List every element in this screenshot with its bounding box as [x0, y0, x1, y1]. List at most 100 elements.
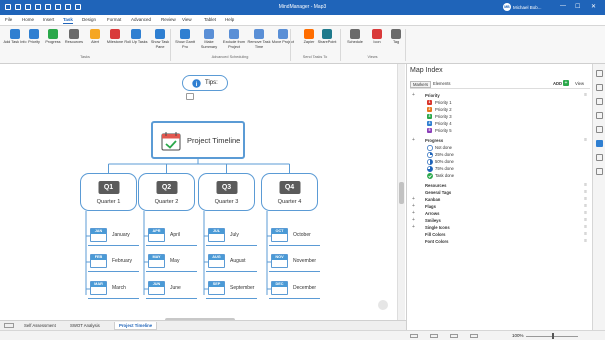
priority-item[interactable]: 1 Priority 1: [410, 99, 590, 106]
expand-icon[interactable]: +: [412, 92, 417, 99]
month-card-dec[interactable]: DEC: [271, 281, 288, 295]
priority-item[interactable]: 4 Priority 4: [410, 120, 590, 127]
menu-home[interactable]: Home: [22, 17, 34, 22]
priority-item[interactable]: 5 Priority 5: [410, 127, 590, 134]
menu-help[interactable]: Help: [225, 17, 234, 22]
doc-tab-3[interactable]: Project Timeline: [114, 322, 158, 330]
close-button[interactable]: ✕: [591, 3, 596, 10]
quarter-topic-1[interactable]: Q1 Quarter 1: [80, 173, 137, 211]
task-pane-button[interactable]: Show Task Pane: [148, 29, 172, 49]
view-dropdown[interactable]: View: [573, 81, 586, 86]
category-action-icon[interactable]: ≡: [584, 92, 587, 99]
expand-icon[interactable]: +: [412, 210, 417, 217]
month-card-nov[interactable]: NOV: [271, 254, 288, 268]
menu-view[interactable]: View: [182, 17, 192, 22]
category-action-icon[interactable]: ≡: [584, 137, 587, 144]
month-card-apr[interactable]: APR: [148, 228, 165, 242]
expand-icon[interactable]: +: [412, 137, 417, 144]
doc-tab-1[interactable]: Self Assessment: [20, 322, 60, 330]
remove-time-button[interactable]: Remove Task Time: [247, 29, 271, 49]
add-icon[interactable]: +: [563, 80, 569, 86]
progress-item[interactable]: 75% done: [410, 165, 590, 172]
progress-item[interactable]: Task done: [410, 172, 590, 179]
maximize-button[interactable]: ☐: [575, 3, 580, 10]
user-account[interactable]: MB Michael Bob...: [503, 3, 542, 11]
doc-tab-2[interactable]: SWOT Analysis: [66, 322, 104, 330]
menu-insert[interactable]: Insert: [43, 17, 54, 22]
category-action-icon[interactable]: ≡: [584, 231, 587, 238]
menu-tablet[interactable]: Tablet: [204, 17, 216, 22]
vertical-scrollbar[interactable]: [397, 64, 405, 320]
note-icon[interactable]: [186, 93, 194, 100]
schedule-button[interactable]: Schedule: [343, 29, 367, 45]
month-card-feb[interactable]: FEB: [90, 254, 107, 268]
index-category[interactable]: + Smileys ≡: [410, 217, 590, 224]
library-icon[interactable]: [596, 84, 603, 91]
category-action-icon[interactable]: ≡: [584, 182, 587, 189]
category-action-icon[interactable]: ≡: [584, 224, 587, 231]
index-category[interactable]: + Progress ≡: [410, 137, 590, 144]
expand-icon[interactable]: +: [412, 203, 417, 210]
tab-nav-icon[interactable]: [4, 323, 14, 328]
expand-icon[interactable]: +: [412, 196, 417, 203]
category-action-icon[interactable]: ≡: [584, 217, 587, 224]
search-icon[interactable]: [596, 168, 603, 175]
menu-task[interactable]: Task: [63, 17, 73, 24]
attachments-icon[interactable]: [596, 126, 603, 133]
month-card-mar[interactable]: MAR: [90, 281, 107, 295]
summary-button[interactable]: Make Summary: [197, 29, 221, 49]
progress-item[interactable]: Not done: [410, 144, 590, 151]
expand-icon[interactable]: +: [412, 217, 417, 224]
sharepoint-button[interactable]: SharePoint: [315, 29, 339, 45]
month-card-jul[interactable]: JUL: [208, 228, 225, 242]
location-pin-icon[interactable]: [378, 300, 388, 310]
layout-icon[interactable]: [430, 334, 438, 338]
index-category[interactable]: Fill Colors ≡: [410, 231, 590, 238]
markers-icon[interactable]: [596, 140, 603, 147]
month-card-aug[interactable]: AUG: [208, 254, 225, 268]
tab-elements[interactable]: Elements: [431, 81, 452, 86]
expand-icon[interactable]: +: [412, 224, 417, 231]
task-info-icon[interactable]: [596, 98, 603, 105]
category-action-icon[interactable]: ≡: [584, 210, 587, 217]
roll-up-button[interactable]: Roll Up Tasks: [124, 29, 148, 45]
gantt-button[interactable]: Show Gantt Pro: [173, 29, 197, 49]
move-project-button[interactable]: Move Project: [271, 29, 295, 45]
progress-item[interactable]: 25% done: [410, 151, 590, 158]
filter-icon[interactable]: [410, 334, 418, 338]
tips-topic[interactable]: i Tips:: [182, 75, 228, 91]
zoom-slider-thumb[interactable]: [552, 333, 554, 339]
index-category[interactable]: Font Colors ≡: [410, 238, 590, 245]
map-index-icon[interactable]: [596, 70, 603, 77]
map-canvas[interactable]: i Tips: Project Timeline Q1 Quarter 1 JAN J…: [0, 64, 406, 320]
category-action-icon[interactable]: ≡: [584, 189, 587, 196]
month-card-jan[interactable]: JAN: [90, 228, 107, 242]
quarter-topic-4[interactable]: Q4 Quarter 4: [261, 173, 318, 211]
quarter-topic-2[interactable]: Q2 Quarter 2: [138, 173, 195, 211]
category-action-icon[interactable]: ≡: [584, 238, 587, 245]
central-topic[interactable]: Project Timeline: [151, 121, 245, 159]
fit-map-icon[interactable]: [470, 334, 478, 338]
menu-advanced[interactable]: Advanced: [131, 17, 151, 22]
index-category[interactable]: + Single Icons ≡: [410, 224, 590, 231]
index-category[interactable]: + Flags ≡: [410, 203, 590, 210]
index-category[interactable]: + Priority ≡: [410, 92, 590, 99]
notes-icon[interactable]: [596, 112, 603, 119]
index-category[interactable]: + Arrows ≡: [410, 210, 590, 217]
priority-item[interactable]: 2 Priority 2: [410, 106, 590, 113]
exclude-button[interactable]: Exclude from Project: [222, 29, 246, 49]
category-action-icon[interactable]: ≡: [584, 196, 587, 203]
progress-item[interactable]: 50% done: [410, 158, 590, 165]
menu-design[interactable]: Design: [82, 17, 96, 22]
menu-file[interactable]: File: [5, 17, 12, 22]
index-category[interactable]: + Kanban ≡: [410, 196, 590, 203]
menu-format[interactable]: Format: [107, 17, 121, 22]
outline-icon[interactable]: [450, 334, 458, 338]
quarter-topic-3[interactable]: Q3 Quarter 3: [198, 173, 255, 211]
index-category[interactable]: General Tags ≡: [410, 189, 590, 196]
menu-review[interactable]: Review: [161, 17, 176, 22]
month-card-oct[interactable]: OCT: [271, 228, 288, 242]
tab-markers[interactable]: Markers: [410, 81, 432, 88]
month-card-jun[interactable]: JUN: [148, 281, 165, 295]
index-category[interactable]: Resources ≡: [410, 182, 590, 189]
